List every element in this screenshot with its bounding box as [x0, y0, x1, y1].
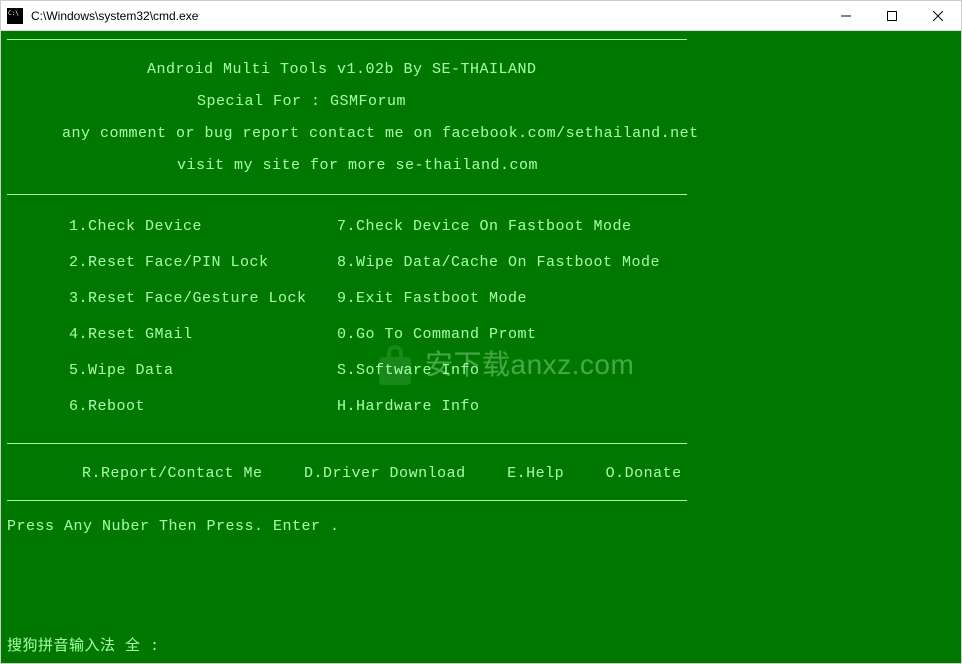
- ime-status: 搜狗拼音输入法 全 :: [7, 635, 160, 659]
- menu-row: 2.Reset Face/PIN Lock 8.Wipe Data/Cache …: [7, 245, 955, 281]
- window-title: C:\Windows\system32\cmd.exe: [29, 9, 823, 23]
- visit-line: visit my site for more se-thailand.com: [7, 154, 955, 184]
- menu-row: 3.Reset Face/Gesture Lock 9.Exit Fastboo…: [7, 281, 955, 317]
- special-line: Special For : GSMForum: [7, 90, 955, 122]
- menu-item-h: H.Hardware Info: [337, 395, 480, 419]
- close-button[interactable]: [915, 1, 961, 30]
- contact-line: any comment or bug report contact me on …: [7, 122, 955, 154]
- divider: [7, 39, 687, 40]
- input-prompt: Press Any Nuber Then Press. Enter .: [7, 505, 955, 539]
- menu-row: 4.Reset GMail 0.Go To Command Promt: [7, 317, 955, 353]
- menu-item-4: 4.Reset GMail: [7, 323, 337, 347]
- cmd-window: C:\Windows\system32\cmd.exe Android Mult…: [0, 0, 962, 664]
- menu-item-2: 2.Reset Face/PIN Lock: [7, 251, 337, 275]
- divider: [7, 194, 687, 195]
- menu-item-8: 8.Wipe Data/Cache On Fastboot Mode: [337, 251, 660, 275]
- console-area[interactable]: Android Multi Tools v1.02b By SE-THAILAN…: [1, 31, 961, 663]
- menu-area: 1.Check Device 7.Check Device On Fastboo…: [7, 199, 955, 439]
- menu-item-0: 0.Go To Command Promt: [337, 323, 537, 347]
- menu-item-driver: D.Driver Download: [304, 462, 466, 486]
- menu-item-donate: O.Donate: [606, 462, 682, 486]
- menu-row: 6.Reboot H.Hardware Info: [7, 389, 955, 425]
- divider: [7, 500, 687, 501]
- header-block: Android Multi Tools v1.02b By SE-THAILAN…: [7, 44, 955, 190]
- menu-item-1: 1.Check Device: [7, 215, 337, 239]
- menu-item-9: 9.Exit Fastboot Mode: [337, 287, 527, 311]
- menu-item-s: S.Software Info: [337, 359, 480, 383]
- menu-item-5: 5.Wipe Data: [7, 359, 337, 383]
- cmd-icon: [7, 8, 23, 24]
- menu-item-report: R.Report/Contact Me: [82, 462, 263, 486]
- maximize-button[interactable]: [869, 1, 915, 30]
- bottom-menu: R.Report/Contact Me D.Driver Download E.…: [7, 448, 955, 496]
- menu-row: 1.Check Device 7.Check Device On Fastboo…: [7, 209, 955, 245]
- menu-item-6: 6.Reboot: [7, 395, 337, 419]
- app-title: Android Multi Tools v1.02b By SE-THAILAN…: [7, 50, 955, 90]
- menu-row: 5.Wipe Data S.Software Info: [7, 353, 955, 389]
- window-controls: [823, 1, 961, 30]
- menu-item-7: 7.Check Device On Fastboot Mode: [337, 215, 632, 239]
- minimize-button[interactable]: [823, 1, 869, 30]
- titlebar: C:\Windows\system32\cmd.exe: [1, 1, 961, 31]
- divider: [7, 443, 687, 444]
- menu-item-3: 3.Reset Face/Gesture Lock: [7, 287, 337, 311]
- menu-item-help: E.Help: [507, 462, 564, 486]
